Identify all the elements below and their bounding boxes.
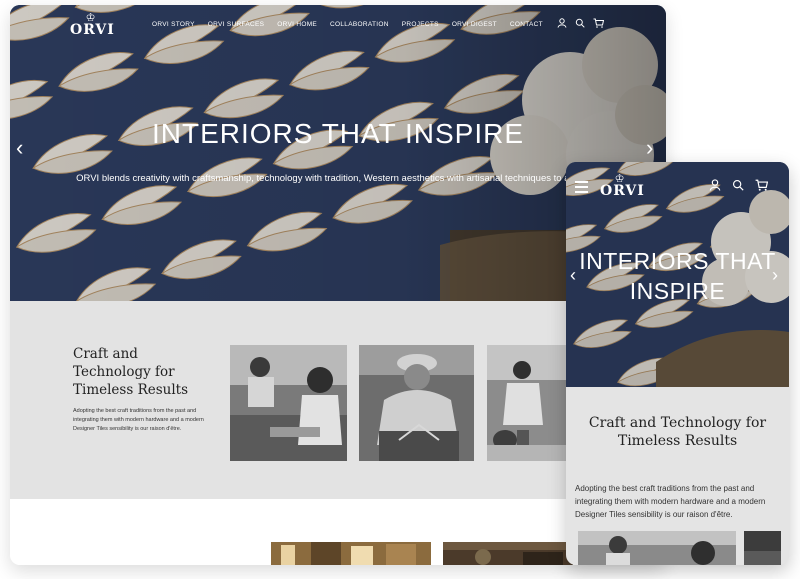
hero-subtitle: ORVI blends creativity with craftsmanshi… — [76, 173, 614, 184]
mobile-artisan-photo-1 — [578, 531, 736, 565]
user-icon[interactable] — [557, 18, 567, 28]
mobile-header-icons — [709, 179, 768, 191]
mobile-header: ♔ ORVI — [566, 162, 789, 202]
nav-item-projects[interactable]: PROJECTS — [402, 21, 439, 28]
logo-wordmark: ORVI — [70, 22, 115, 38]
mobile-craft-heading: Craft and Technology for Timeless Result… — [588, 415, 767, 449]
artisan-photo-2 — [359, 345, 474, 461]
mobile-hero-title: INTERIORS THAT INSPIRE — [579, 248, 776, 304]
mobile-artisan-photo-2 — [744, 531, 781, 565]
chevron-left-icon[interactable]: ‹ — [16, 137, 23, 159]
nav-item-orvi-home[interactable]: ORVI HOME — [277, 21, 317, 28]
search-icon[interactable] — [732, 179, 744, 191]
user-icon[interactable] — [709, 179, 721, 191]
mobile-logo-wordmark: ORVI — [600, 183, 645, 199]
artisan-photo-1 — [230, 345, 347, 461]
hero-title: INTERIORS THAT INSPIRE — [151, 118, 525, 149]
nav-item-orvi-story[interactable]: ORVI STORY — [152, 21, 195, 28]
craft-heading: Craft and Technology for Timeless Result… — [73, 346, 189, 398]
mobile-screenshot: ♔ ORVI INTERIORS THAT INSPIRE ‹ › Craft … — [566, 162, 789, 565]
interior-thumbnail-2 — [443, 542, 573, 565]
mobile-hero-banner: ♔ ORVI INTERIORS THAT INSPIRE ‹ › — [566, 162, 789, 387]
orvi-logo[interactable]: ♔ ORVI — [70, 12, 115, 38]
nav-item-collaboration[interactable]: COLLABORATION — [330, 21, 389, 28]
nav-item-contact[interactable]: CONTACT — [510, 21, 543, 28]
cart-icon[interactable] — [593, 18, 604, 28]
craft-description: Adopting the best craft traditions from … — [73, 408, 204, 432]
mobile-craft-description: Adopting the best craft traditions from … — [575, 484, 766, 519]
interior-thumbnail-1 — [271, 542, 431, 565]
mobile-orvi-logo[interactable]: ♔ ORVI — [600, 173, 645, 199]
nav-item-orvi-digest[interactable]: ORVI DIGEST — [452, 21, 497, 28]
desktop-header: ♔ ORVI ORVI STORY ORVI SURFACES ORVI HOM… — [10, 5, 666, 45]
search-icon[interactable] — [575, 18, 585, 28]
chevron-right-icon[interactable]: › — [646, 137, 653, 159]
hamburger-menu-icon[interactable] — [575, 181, 588, 196]
cart-icon[interactable] — [755, 179, 768, 191]
header-icons — [557, 18, 604, 28]
nav-item-orvi-surfaces[interactable]: ORVI SURFACES — [208, 21, 265, 28]
main-menu: ORVI STORY ORVI SURFACES ORVI HOME COLLA… — [152, 21, 543, 28]
chevron-left-icon[interactable]: ‹ — [570, 264, 576, 286]
chevron-right-icon[interactable]: › — [772, 264, 778, 286]
artisan-photo-3 — [487, 345, 567, 461]
